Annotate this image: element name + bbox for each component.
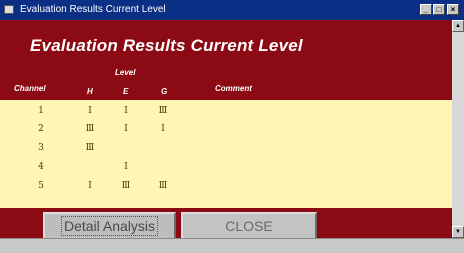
channel-cell: 4 [38,162,44,172]
g-level-cell: Ⅰ [161,124,165,134]
table-row[interactable]: 4 Ⅰ [0,158,452,176]
table-row[interactable]: 3 Ⅲ [0,139,452,157]
e-level-cell: Ⅲ [121,181,131,191]
channel-header: Channel [14,84,46,93]
scroll-up-arrow-icon[interactable]: ▲ [452,20,464,32]
g-level-cell: Ⅲ [158,106,168,116]
channel-cell: 5 [38,181,44,191]
h-level-cell: Ⅲ [85,124,95,134]
e-column-header: E [123,87,129,96]
close-window-button[interactable]: × [447,4,459,15]
detail-analysis-label: Detail Analysis [60,216,159,236]
g-level-cell: Ⅲ [158,181,168,191]
status-bar [0,238,464,253]
evaluation-window: Evaluation Results Current Level _ □ × E… [0,0,464,253]
h-level-cell: Ⅰ [88,181,92,191]
title-bar[interactable]: Evaluation Results Current Level _ □ × [0,0,464,20]
comment-header: Comment [215,84,252,93]
channel-cell: 3 [38,143,44,153]
results-table: 1 Ⅰ Ⅰ Ⅲ 2 Ⅲ Ⅰ Ⅰ 3 Ⅲ 4 Ⅰ 5 Ⅰ Ⅲ Ⅲ [0,100,452,208]
window-title: Evaluation Results Current Level [20,4,166,15]
minimize-button[interactable]: _ [420,4,432,15]
close-button[interactable]: CLOSE [181,212,317,240]
table-row[interactable]: 2 Ⅲ Ⅰ Ⅰ [0,120,452,138]
channel-cell: 1 [38,106,44,116]
scroll-down-arrow-icon[interactable]: ▼ [452,226,464,238]
h-level-cell: Ⅲ [85,143,95,153]
e-level-cell: Ⅰ [124,124,128,134]
channel-cell: 2 [38,124,44,134]
results-form: Evaluation Results Current Level Level C… [0,20,452,240]
h-column-header: H [87,87,93,96]
form-heading: Evaluation Results Current Level [30,36,303,55]
e-level-cell: Ⅰ [124,106,128,116]
e-level-cell: Ⅰ [124,162,128,172]
level-header: Level [115,68,136,77]
vertical-scrollbar[interactable]: ▲ ▼ [452,20,464,238]
detail-analysis-button[interactable]: Detail Analysis [43,212,176,240]
g-column-header: G [161,87,168,96]
app-icon[interactable] [4,5,14,14]
table-row[interactable]: 5 Ⅰ Ⅲ Ⅲ [0,177,452,195]
maximize-button[interactable]: □ [433,4,445,15]
table-row[interactable]: 1 Ⅰ Ⅰ Ⅲ [0,102,452,120]
h-level-cell: Ⅰ [88,106,92,116]
